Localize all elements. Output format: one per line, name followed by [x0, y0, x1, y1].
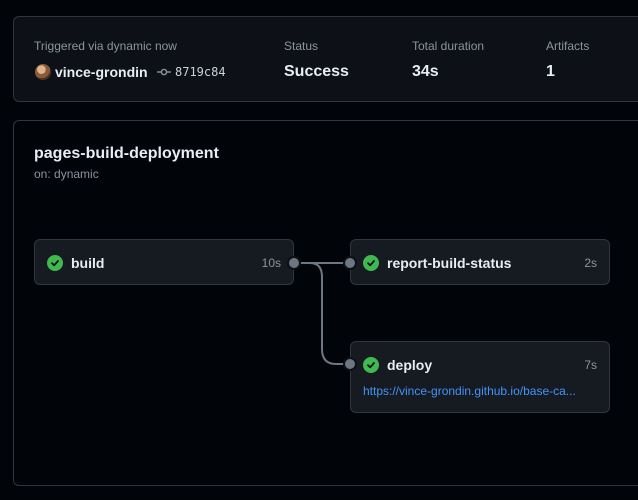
artifacts-label: Artifacts — [546, 39, 590, 53]
job-duration: 2s — [584, 256, 597, 270]
duration-value: 34s — [412, 63, 439, 80]
job-name: report-build-status — [387, 255, 512, 271]
trigger-label: Triggered via dynamic now — [34, 39, 177, 53]
user-avatar[interactable] — [35, 64, 51, 80]
status-value: Success — [284, 63, 349, 80]
run-summary: Triggered via dynamic now vince-grondin … — [13, 16, 638, 102]
input-port — [343, 357, 357, 371]
job-connectors — [295, 262, 350, 365]
check-circle-icon — [363, 255, 379, 271]
job-deploy[interactable]: deploy 7s https://vince-grondin.github.i… — [350, 341, 610, 413]
job-duration: 7s — [584, 358, 597, 372]
output-port — [287, 256, 301, 270]
job-name: build — [71, 255, 105, 271]
check-circle-icon — [47, 255, 63, 271]
artifacts-value[interactable]: 1 — [546, 63, 555, 81]
job-build[interactable]: build 10s — [34, 239, 294, 285]
job-name: deploy — [387, 357, 433, 373]
deployment-url-link[interactable]: https://vince-grondin.github.io/base-ca.… — [363, 384, 595, 398]
job-duration: 10s — [261, 256, 281, 270]
status-label: Status — [284, 39, 319, 53]
check-circle-icon — [363, 357, 379, 373]
job-report-build-status[interactable]: report-build-status 2s — [350, 239, 610, 285]
workflow-graph: pages-build-deployment on: dynamic build… — [13, 120, 638, 486]
input-port — [343, 256, 357, 270]
actor-link[interactable]: vince-grondin — [55, 64, 148, 80]
commit-sha-link[interactable]: 8719c84 — [175, 65, 226, 79]
git-commit-icon — [157, 68, 171, 76]
duration-label: Total duration — [412, 39, 485, 53]
